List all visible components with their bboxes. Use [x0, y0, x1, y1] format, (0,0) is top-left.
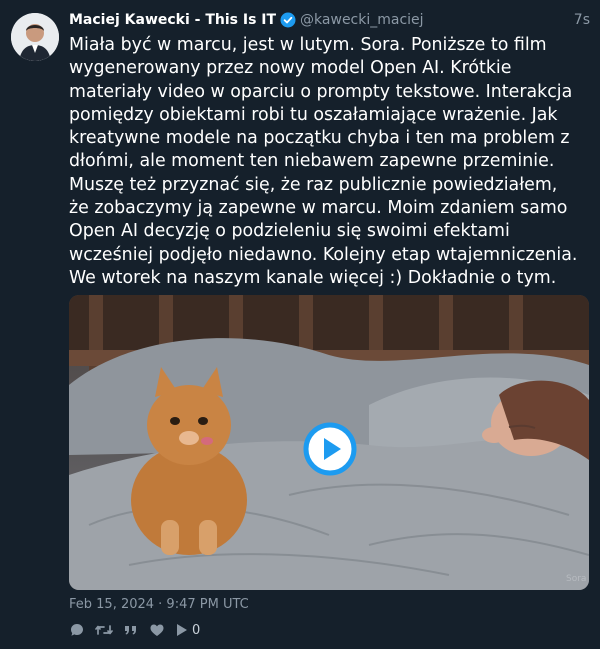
views-button[interactable]: 0: [175, 622, 200, 638]
tweet-text: Miała być w marcu, jest w lutym. Sora. P…: [69, 35, 578, 288]
like-icon[interactable]: [149, 622, 165, 638]
views-icon: [175, 622, 189, 638]
tweet-card: Maciej Kawecki - This Is IT @kawecki_mac…: [0, 0, 600, 649]
play-icon[interactable]: [303, 422, 357, 476]
avatar[interactable]: [11, 13, 59, 61]
tweet-header: Maciej Kawecki - This Is IT @kawecki_mac…: [69, 10, 590, 30]
quote-icon[interactable]: [123, 622, 139, 638]
author-name[interactable]: Maciej Kawecki - This Is IT: [69, 12, 276, 28]
view-count: 0: [192, 622, 201, 638]
author-handle[interactable]: @kawecki_maciej: [300, 12, 424, 28]
svg-text:Sora: Sora: [566, 574, 586, 584]
tweet-actions: 0: [69, 621, 210, 639]
tweet-date[interactable]: Feb 15, 2024 · 9:47 PM UTC: [69, 597, 249, 612]
retweet-icon[interactable]: [95, 622, 113, 638]
reply-icon[interactable]: [69, 622, 85, 638]
verified-badge-icon: [280, 12, 296, 28]
relative-time[interactable]: 7s: [574, 12, 590, 28]
